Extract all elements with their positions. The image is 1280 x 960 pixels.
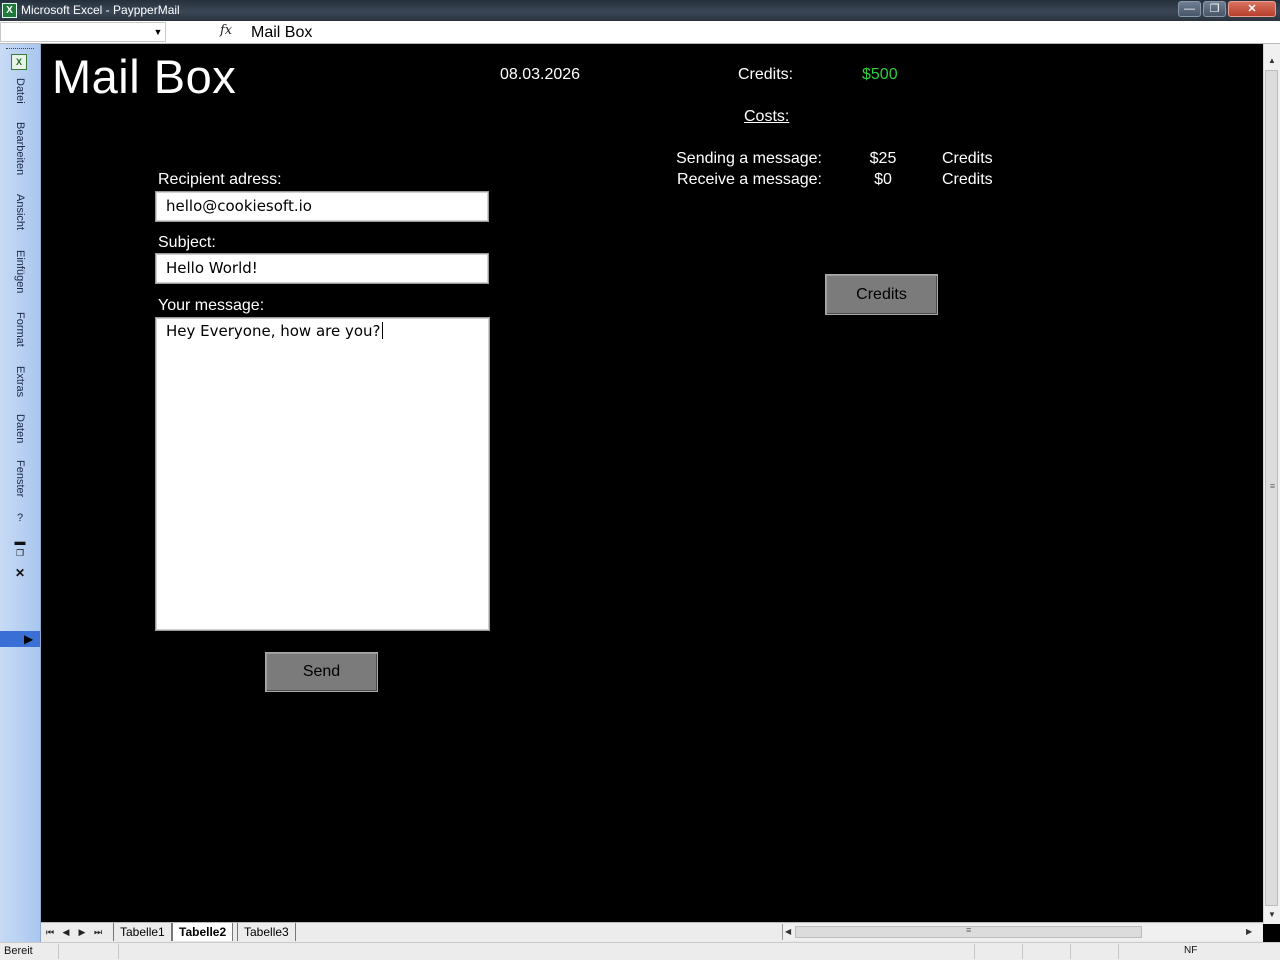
grip-icon: ≡ — [1269, 481, 1276, 491]
menu-item-daten[interactable]: Daten — [6, 414, 34, 443]
tab-tabelle3[interactable]: Tabelle3 — [237, 923, 296, 941]
cost-receive-amount: $0 — [874, 171, 892, 188]
window-title: Microsoft Excel - PaypperMail — [21, 3, 180, 17]
status-cell — [974, 944, 1022, 959]
first-sheet-icon[interactable]: ⏮ — [43, 924, 57, 940]
menu-item-help[interactable]: ? — [6, 512, 34, 524]
message-textarea[interactable]: Hey Everyone, how are you? — [155, 317, 490, 631]
cost-send-label: Sending a message: — [676, 150, 822, 167]
scroll-up-icon[interactable]: ▲ — [1264, 54, 1280, 68]
menu-item-datei[interactable]: Datei — [6, 78, 34, 104]
menu-item-format[interactable]: Format — [6, 312, 34, 347]
status-cell — [1070, 944, 1118, 959]
menu-item-einfuegen[interactable]: Einfügen — [6, 250, 34, 293]
status-text: Bereit — [4, 945, 33, 957]
cost-receive-unit: Credits — [942, 171, 993, 188]
formula-input[interactable]: Mail Box — [251, 23, 312, 42]
message-label: Your message: — [158, 297, 265, 314]
credits-value: $500 — [862, 66, 898, 83]
last-sheet-icon[interactable]: ⏭ — [91, 924, 105, 940]
vertical-scroll-thumb[interactable]: ≡ — [1265, 70, 1278, 906]
menu-bar: X Datei Bearbeiten Ansicht Einfügen Form… — [0, 44, 41, 942]
function-icon[interactable]: fx — [220, 23, 234, 38]
send-button[interactable]: Send — [265, 652, 378, 692]
status-cell — [1022, 944, 1070, 959]
message-text: Hey Everyone, how are you? — [166, 322, 381, 340]
toolbar-grip[interactable] — [6, 48, 34, 51]
cost-send-amount: $25 — [869, 150, 897, 167]
subject-input[interactable]: Hello World! — [155, 253, 489, 284]
tab-tabelle1[interactable]: Tabelle1 — [113, 923, 172, 941]
scroll-right-icon[interactable]: ▶ — [1246, 924, 1252, 940]
sheet-tabs-bar: ⏮ ◀ ▶ ⏭ Tabelle1 Tabelle2 Tabelle3 ◀ ≡ ▶ — [41, 922, 1263, 942]
workbook-close-icon[interactable]: ✕ — [6, 566, 34, 580]
text-caret — [381, 322, 383, 339]
window-title-bar: X Microsoft Excel - PaypperMail — ❐ ✕ — [0, 0, 1280, 21]
chevron-down-icon[interactable]: ▼ — [150, 24, 166, 40]
status-cell — [1118, 944, 1178, 959]
menu-item-bearbeiten[interactable]: Bearbeiten — [6, 122, 34, 175]
menu-item-ansicht[interactable]: Ansicht — [6, 194, 34, 230]
numlock-indicator: NF — [1184, 945, 1198, 956]
maximize-button[interactable]: ❐ — [1203, 1, 1226, 17]
name-box[interactable] — [0, 22, 166, 42]
credits-button[interactable]: Credits — [825, 274, 938, 315]
scroll-left-icon[interactable]: ◀ — [785, 924, 791, 940]
menu-item-fenster[interactable]: Fenster — [6, 460, 34, 497]
horizontal-scrollbar[interactable]: ◀ ≡ ▶ — [782, 924, 1262, 940]
close-window-button[interactable]: ✕ — [1228, 1, 1276, 17]
horizontal-scroll-thumb[interactable]: ≡ — [795, 925, 1142, 938]
costs-heading: Costs: — [744, 108, 790, 125]
workbook-icon[interactable]: X — [11, 54, 27, 70]
recipient-input[interactable]: hello@cookiesoft.io — [155, 191, 489, 222]
menu-item-extras[interactable]: Extras — [6, 366, 34, 397]
cost-receive-label: Receive a message: — [677, 171, 822, 188]
minimize-button[interactable]: — — [1178, 1, 1201, 17]
date-label: 08.03.2026 — [500, 66, 581, 83]
page-title: Mail Box — [52, 50, 237, 103]
next-sheet-icon[interactable]: ▶ — [75, 924, 89, 940]
prev-sheet-icon[interactable]: ◀ — [59, 924, 73, 940]
excel-icon: X — [2, 3, 17, 18]
formula-bar: ▼ fx Mail Box — [0, 21, 1280, 44]
credits-label: Credits: — [738, 66, 794, 83]
chevron-right-icon: ▶ — [24, 632, 34, 646]
toolbar-options-button[interactable]: ▶ — [0, 631, 40, 647]
tab-tabelle2[interactable]: Tabelle2 — [172, 923, 234, 941]
grip-icon: ≡ — [966, 925, 972, 935]
status-cell — [118, 944, 368, 959]
subject-label: Subject: — [158, 234, 216, 251]
workbook-minimize-icon[interactable]: ▬ — [6, 536, 34, 548]
recipient-label: Recipient adress: — [158, 171, 282, 188]
status-bar: Bereit NF — [0, 942, 1280, 960]
cost-send-unit: Credits — [942, 150, 993, 167]
scroll-down-icon[interactable]: ▼ — [1264, 908, 1280, 922]
status-cell — [58, 944, 118, 959]
vertical-scrollbar[interactable]: ▲ ≡ ▼ — [1263, 44, 1280, 924]
workbook-restore-icon[interactable]: ❐ — [6, 548, 34, 559]
